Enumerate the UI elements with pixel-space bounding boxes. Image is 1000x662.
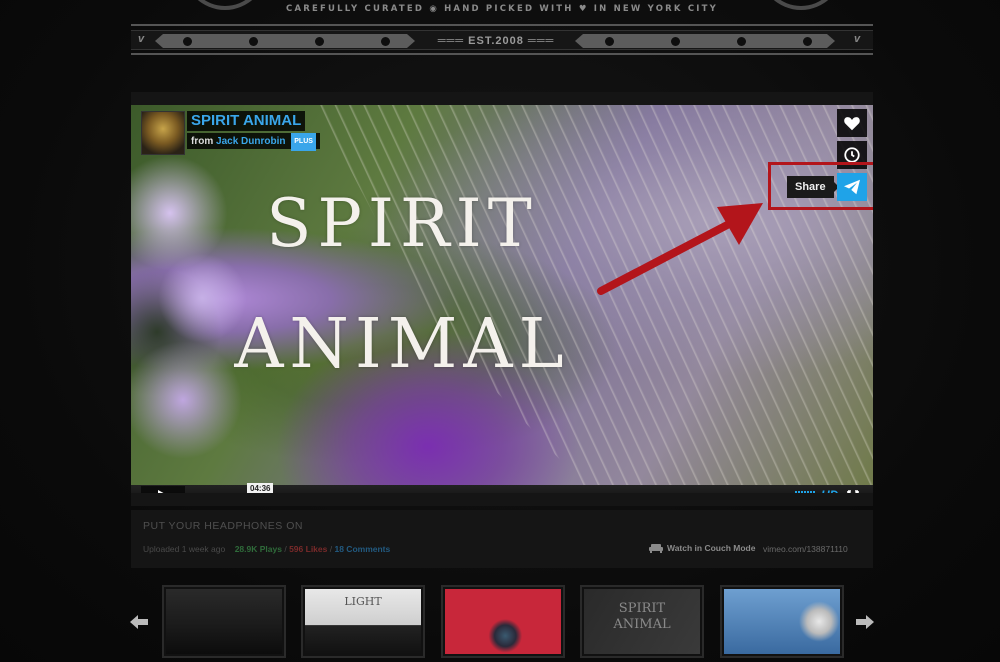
- video-byline: from Jack Dunrobin PLUS: [187, 133, 320, 151]
- play-button[interactable]: [141, 486, 185, 493]
- heart-icon: [844, 117, 860, 131]
- thumbnail-dark-landscape[interactable]: [162, 585, 286, 658]
- fullscreen-icon[interactable]: [847, 490, 859, 493]
- vimeo-mark-right-icon: v: [854, 33, 861, 45]
- volume-control[interactable]: [795, 491, 815, 493]
- author-avatar[interactable]: [141, 111, 185, 155]
- header-divider-top: [131, 24, 873, 26]
- plus-badge: PLUS: [291, 133, 316, 151]
- byline-from: from: [191, 136, 214, 147]
- hover-time-tooltip: 04:36: [247, 483, 274, 493]
- like-button[interactable]: [837, 109, 867, 137]
- comments-count[interactable]: 18 Comments: [334, 544, 390, 554]
- video-title-link[interactable]: SPIRIT ANIMAL: [187, 111, 306, 131]
- next-arrow-icon[interactable]: [856, 614, 874, 630]
- annotation-highlight-box: [768, 162, 873, 210]
- video-frame[interactable]: SPIRIT ANIMAL SPIRIT ANIMAL from Jack Du…: [131, 105, 873, 493]
- video-player[interactable]: SPIRIT ANIMAL SPIRIT ANIMAL from Jack Du…: [131, 92, 873, 506]
- thumbnail-spirit-animal[interactable]: SPIRIT ANIMAL: [580, 585, 704, 658]
- site-tagline: CAREFULLY CURATED ◉ HAND PICKED WITH ♥ I…: [286, 4, 718, 14]
- play-icon: [158, 490, 164, 493]
- likes-count[interactable]: 596 Likes: [289, 544, 327, 554]
- couch-mode-label: Watch in Couch Mode: [667, 543, 756, 553]
- stats-separator: /: [284, 544, 287, 554]
- previous-arrow-icon[interactable]: [130, 614, 148, 630]
- stats-separator: /: [329, 544, 333, 554]
- hd-toggle[interactable]: HD: [821, 488, 838, 493]
- thumbnail-astronaut-sky[interactable]: [720, 585, 844, 658]
- author-link[interactable]: Jack Dunrobin: [216, 136, 285, 147]
- couch-icon: [649, 544, 663, 553]
- header-divider-bottom: [131, 53, 873, 55]
- video-stats: Uploaded 1 week ago 28.9K Plays / 596 Li…: [143, 544, 390, 554]
- thumbnail-label: SPIRIT ANIMAL: [613, 601, 671, 632]
- ribbon-left: [155, 34, 415, 48]
- video-info-panel: PUT YOUR HEADPHONES ON Uploaded 1 week a…: [131, 510, 873, 568]
- vimeo-url-link[interactable]: vimeo.com/138871110: [763, 544, 848, 554]
- plays-count[interactable]: 28.9K Plays: [235, 544, 282, 554]
- site-header: CAREFULLY CURATED ◉ HAND PICKED WITH ♥ I…: [131, 0, 873, 60]
- video-overlay-title-line2: ANIMAL: [234, 305, 570, 384]
- header-ribbon-bar: v ═══ EST.2008 ═══ v: [131, 30, 873, 50]
- est-label: ═══ EST.2008 ═══: [437, 35, 555, 47]
- ribbon-right: [575, 34, 835, 48]
- upload-date: Uploaded 1 week ago: [143, 544, 226, 554]
- thumbnail-label: LIGHT: [344, 595, 382, 608]
- vimeo-mark-left-icon: v: [138, 33, 145, 45]
- player-controls: 04:36 HD: [131, 483, 873, 493]
- thumbnail-light-forest[interactable]: LIGHT: [301, 585, 425, 658]
- couch-mode-link[interactable]: Watch in Couch Mode: [649, 543, 755, 553]
- video-caption: PUT YOUR HEADPHONES ON: [143, 520, 303, 532]
- annotation-arrow-icon: [597, 203, 763, 295]
- thumbnail-red-figure[interactable]: [441, 585, 565, 658]
